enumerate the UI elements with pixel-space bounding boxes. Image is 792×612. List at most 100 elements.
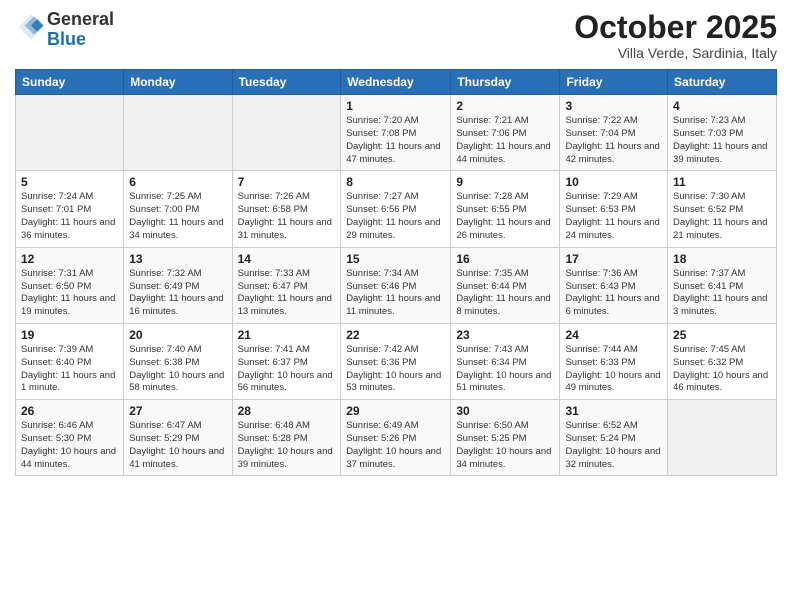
month-title: October 2025 (574, 10, 777, 45)
calendar-cell: 7Sunrise: 7:26 AM Sunset: 6:58 PM Daylig… (232, 171, 341, 247)
day-info: Sunrise: 7:29 AM Sunset: 6:53 PM Dayligh… (565, 191, 662, 242)
calendar-cell: 19Sunrise: 7:39 AM Sunset: 6:40 PM Dayli… (16, 323, 124, 399)
day-info: Sunrise: 7:21 AM Sunset: 7:06 PM Dayligh… (456, 115, 554, 166)
location-subtitle: Villa Verde, Sardinia, Italy (574, 45, 777, 61)
day-info: Sunrise: 7:27 AM Sunset: 6:56 PM Dayligh… (346, 191, 445, 242)
day-number: 27 (129, 404, 226, 418)
day-number: 18 (673, 252, 771, 266)
day-number: 20 (129, 328, 226, 342)
calendar-cell: 3 Sunrise: 7:22 AM Sunset: 7:04 PM Daylig… (560, 95, 668, 171)
calendar-cell: 26 Sunrise: 6:46 AM Sunset: 5:30 PM Dayli… (16, 400, 124, 476)
day-info: Sunrise: 7:31 AM Sunset: 6:50 PM Dayligh… (21, 268, 118, 319)
calendar-cell: 4Sunrise: 7:23 AM Sunset: 7:03 PM Daylig… (668, 95, 777, 171)
calendar-week-row: 19Sunrise: 7:39 AM Sunset: 6:40 PM Dayli… (16, 323, 777, 399)
day-number: 12 (21, 252, 118, 266)
calendar-cell: 27 Sunrise: 6:47 AM Sunset: 5:29 PM Dayli… (124, 400, 232, 476)
calendar-cell: 14Sunrise: 7:33 AM Sunset: 6:47 PM Dayli… (232, 247, 341, 323)
day-number: 9 (456, 175, 554, 189)
calendar-cell: 18 Sunrise: 7:37 AM Sunset: 6:41 PM Dayli… (668, 247, 777, 323)
col-friday: Friday (560, 70, 668, 95)
calendar-cell: 9Sunrise: 7:28 AM Sunset: 6:55 PM Daylig… (451, 171, 560, 247)
title-block: October 2025 Villa Verde, Sardinia, Ital… (574, 10, 777, 61)
calendar-cell: 25 Sunrise: 7:45 AM Sunset: 6:32 PM Dayli… (668, 323, 777, 399)
day-info: Sunrise: 6:47 AM Sunset: 5:29 PM Dayligh… (129, 420, 226, 471)
day-info: Sunrise: 6:50 AM Sunset: 5:25 PM Dayligh… (456, 420, 554, 471)
day-number: 17 (565, 252, 662, 266)
calendar-cell: 15 Sunrise: 7:34 AM Sunset: 6:46 PM Dayli… (341, 247, 451, 323)
day-info: Sunrise: 7:20 AM Sunset: 7:08 PM Dayligh… (346, 115, 445, 166)
day-number: 11 (673, 175, 771, 189)
day-number: 30 (456, 404, 554, 418)
calendar-cell: 17 Sunrise: 7:36 AM Sunset: 6:43 PM Dayli… (560, 247, 668, 323)
day-number: 29 (346, 404, 445, 418)
calendar-cell: 28 Sunrise: 6:48 AM Sunset: 5:28 PM Dayli… (232, 400, 341, 476)
calendar-cell (124, 95, 232, 171)
day-number: 10 (565, 175, 662, 189)
day-info: Sunrise: 7:42 AM Sunset: 6:36 PM Dayligh… (346, 344, 445, 395)
day-info: Sunrise: 7:24 AM Sunset: 7:01 PM Dayligh… (21, 191, 118, 242)
day-number: 28 (238, 404, 336, 418)
calendar-cell: 29Sunrise: 6:49 AM Sunset: 5:26 PM Dayli… (341, 400, 451, 476)
day-number: 26 (21, 404, 118, 418)
logo-general-text: General (47, 9, 114, 29)
day-info: Sunrise: 7:36 AM Sunset: 6:43 PM Dayligh… (565, 268, 662, 319)
day-info: Sunrise: 7:37 AM Sunset: 6:41 PM Dayligh… (673, 268, 771, 319)
header: General Blue October 2025 Villa Verde, S… (15, 10, 777, 61)
calendar-cell: 12 Sunrise: 7:31 AM Sunset: 6:50 PM Dayli… (16, 247, 124, 323)
day-info: Sunrise: 7:32 AM Sunset: 6:49 PM Dayligh… (129, 268, 226, 319)
day-info: Sunrise: 7:45 AM Sunset: 6:32 PM Dayligh… (673, 344, 771, 395)
col-saturday: Saturday (668, 70, 777, 95)
calendar-cell (668, 400, 777, 476)
day-number: 2 (456, 99, 554, 113)
day-number: 1 (346, 99, 445, 113)
calendar-cell: 6 Sunrise: 7:25 AM Sunset: 7:00 PM Daylig… (124, 171, 232, 247)
calendar-cell: 11 Sunrise: 7:30 AM Sunset: 6:52 PM Dayli… (668, 171, 777, 247)
day-number: 4 (673, 99, 771, 113)
calendar-week-row: 26 Sunrise: 6:46 AM Sunset: 5:30 PM Dayli… (16, 400, 777, 476)
page: General Blue October 2025 Villa Verde, S… (0, 0, 792, 612)
calendar-cell: 24Sunrise: 7:44 AM Sunset: 6:33 PM Dayli… (560, 323, 668, 399)
day-number: 24 (565, 328, 662, 342)
day-number: 6 (129, 175, 226, 189)
col-tuesday: Tuesday (232, 70, 341, 95)
day-number: 15 (346, 252, 445, 266)
calendar-cell: 2 Sunrise: 7:21 AM Sunset: 7:06 PM Daylig… (451, 95, 560, 171)
calendar-cell: 30 Sunrise: 6:50 AM Sunset: 5:25 PM Dayli… (451, 400, 560, 476)
calendar-cell: 21 Sunrise: 7:41 AM Sunset: 6:37 PM Dayli… (232, 323, 341, 399)
day-number: 3 (565, 99, 662, 113)
day-number: 25 (673, 328, 771, 342)
day-info: Sunrise: 7:22 AM Sunset: 7:04 PM Dayligh… (565, 115, 662, 166)
calendar-cell: 10 Sunrise: 7:29 AM Sunset: 6:53 PM Dayli… (560, 171, 668, 247)
logo-icon (17, 13, 45, 41)
calendar-header-row: Sunday Monday Tuesday Wednesday Thursday… (16, 70, 777, 95)
day-info: Sunrise: 7:43 AM Sunset: 6:34 PM Dayligh… (456, 344, 554, 395)
day-number: 21 (238, 328, 336, 342)
col-sunday: Sunday (16, 70, 124, 95)
day-info: Sunrise: 7:39 AM Sunset: 6:40 PM Dayligh… (21, 344, 118, 395)
calendar-week-row: 1 Sunrise: 7:20 AM Sunset: 7:08 PM Daylig… (16, 95, 777, 171)
day-number: 16 (456, 252, 554, 266)
day-info: Sunrise: 7:35 AM Sunset: 6:44 PM Dayligh… (456, 268, 554, 319)
col-thursday: Thursday (451, 70, 560, 95)
logo-blue-text: Blue (47, 29, 86, 49)
calendar-cell: 5 Sunrise: 7:24 AM Sunset: 7:01 PM Daylig… (16, 171, 124, 247)
calendar-cell: 13Sunrise: 7:32 AM Sunset: 6:49 PM Dayli… (124, 247, 232, 323)
day-info: Sunrise: 7:33 AM Sunset: 6:47 PM Dayligh… (238, 268, 336, 319)
day-info: Sunrise: 6:46 AM Sunset: 5:30 PM Dayligh… (21, 420, 118, 471)
calendar-cell: 22 Sunrise: 7:42 AM Sunset: 6:36 PM Dayli… (341, 323, 451, 399)
day-info: Sunrise: 7:34 AM Sunset: 6:46 PM Dayligh… (346, 268, 445, 319)
calendar-cell: 8Sunrise: 7:27 AM Sunset: 6:56 PM Daylig… (341, 171, 451, 247)
col-monday: Monday (124, 70, 232, 95)
day-info: Sunrise: 7:30 AM Sunset: 6:52 PM Dayligh… (673, 191, 771, 242)
day-info: Sunrise: 6:52 AM Sunset: 5:24 PM Dayligh… (565, 420, 662, 471)
calendar-week-row: 5 Sunrise: 7:24 AM Sunset: 7:01 PM Daylig… (16, 171, 777, 247)
day-info: Sunrise: 7:25 AM Sunset: 7:00 PM Dayligh… (129, 191, 226, 242)
day-number: 5 (21, 175, 118, 189)
logo: General Blue (15, 10, 114, 50)
calendar-cell: 23Sunrise: 7:43 AM Sunset: 6:34 PM Dayli… (451, 323, 560, 399)
day-number: 22 (346, 328, 445, 342)
day-info: Sunrise: 6:48 AM Sunset: 5:28 PM Dayligh… (238, 420, 336, 471)
day-info: Sunrise: 7:41 AM Sunset: 6:37 PM Dayligh… (238, 344, 336, 395)
calendar: Sunday Monday Tuesday Wednesday Thursday… (15, 69, 777, 476)
calendar-cell (16, 95, 124, 171)
